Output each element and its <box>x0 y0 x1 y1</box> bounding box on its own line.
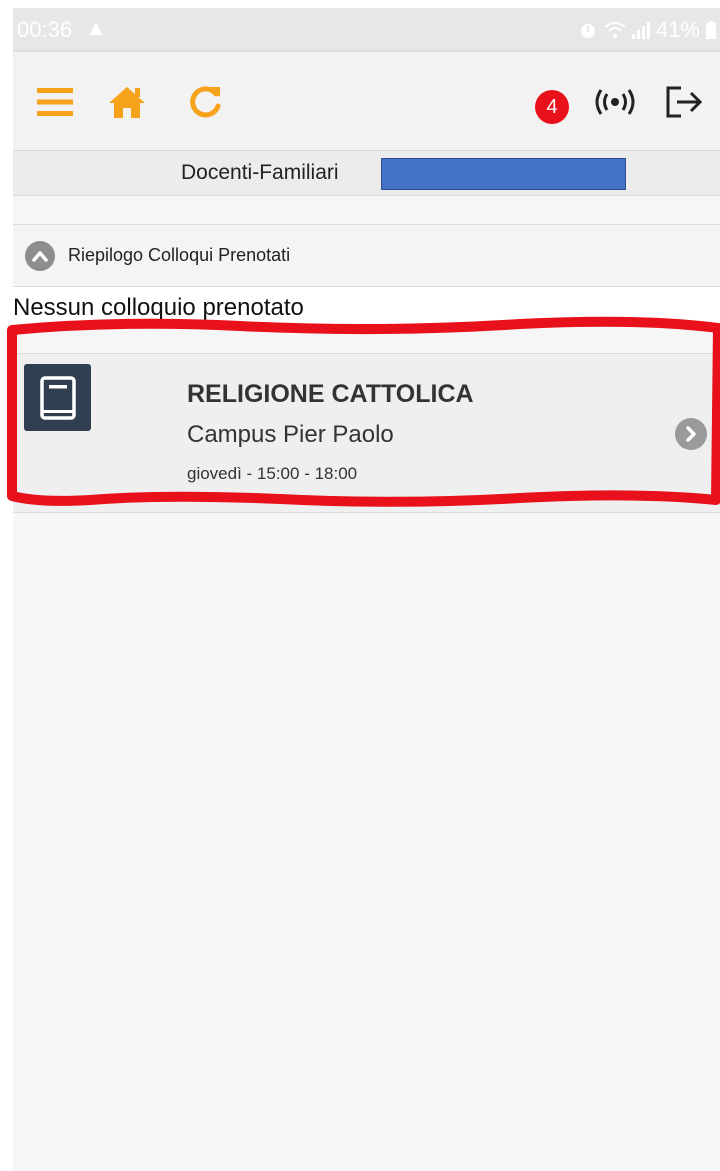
item-subject: RELIGIONE CATTOLICA <box>187 380 474 408</box>
chevron-right-icon <box>686 426 696 442</box>
chevron-up-icon <box>32 251 48 262</box>
alarm-icon <box>580 24 595 38</box>
app-header: 4 <box>13 50 720 150</box>
home-button[interactable] <box>105 82 149 122</box>
item-teacher: Campus Pier Paolo <box>187 421 394 448</box>
item-schedule: giovedì - 15:00 - 18:00 <box>187 464 358 483</box>
section-header-riepilogo[interactable]: Riepilogo Colloqui Prenotati <box>13 225 720 287</box>
refresh-icon <box>190 86 221 118</box>
menu-button[interactable] <box>35 82 75 122</box>
redacted-box <box>381 158 626 190</box>
signal-icon <box>631 21 650 39</box>
broadcast-icon <box>595 89 635 115</box>
wifi-icon <box>604 22 626 38</box>
battery-percent: 41% <box>655 17 700 42</box>
item-arrow[interactable] <box>675 418 707 450</box>
app-screen: 00:36 ▲ 41% 4 Docenti-Familiari Riepilog… <box>13 8 720 1171</box>
subject-thumbnail <box>24 364 91 431</box>
empty-message: Nessun colloquio prenotato <box>13 294 304 321</box>
logout-button[interactable] <box>663 82 707 122</box>
empty-state: Nessun colloquio prenotato <box>13 287 720 327</box>
status-icons: 41% <box>578 17 716 43</box>
page-title: Docenti-Familiari <box>181 161 339 184</box>
book-icon <box>39 375 76 420</box>
notification-badge[interactable]: 4 <box>535 90 569 124</box>
collapse-toggle[interactable] <box>25 241 55 271</box>
refresh-button[interactable] <box>185 82 225 122</box>
title-bar: Docenti-Familiari <box>13 150 720 196</box>
broadcast-button[interactable] <box>593 82 637 122</box>
section-label: Riepilogo Colloqui Prenotati <box>68 245 291 265</box>
home-icon <box>109 87 145 118</box>
status-time: 00:36 <box>17 17 73 42</box>
list-item[interactable]: RELIGIONE CATTOLICA Campus Pier Paolo gi… <box>13 353 720 513</box>
warning-icon: ▲ <box>85 15 107 40</box>
status-bar: 00:36 ▲ 41% <box>13 8 720 50</box>
battery-icon <box>706 21 716 39</box>
menu-icon <box>37 88 73 116</box>
logout-icon <box>666 86 703 118</box>
